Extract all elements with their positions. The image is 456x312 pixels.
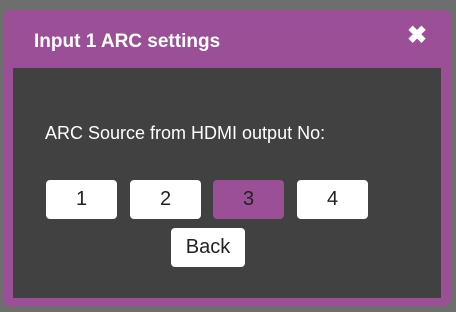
close-icon[interactable]: ✖	[405, 24, 429, 48]
dialog-title: Input 1 ARC settings	[34, 31, 221, 52]
arc-settings-dialog: Input 1 ARC settings ✖ ARC Source from H…	[3, 10, 451, 306]
hdmi-output-2-button[interactable]: 2	[130, 180, 201, 219]
dialog-body: ARC Source from HDMI output No: 1 2 3 4 …	[13, 68, 441, 298]
hdmi-output-4-button[interactable]: 4	[297, 180, 368, 219]
hdmi-output-3-button[interactable]: 3	[213, 180, 284, 219]
back-button[interactable]: Back	[171, 228, 245, 267]
arc-source-label: ARC Source from HDMI output No:	[45, 123, 326, 143]
hdmi-output-1-button[interactable]: 1	[46, 180, 117, 219]
dialog-titlebar: Input 1 ARC settings ✖	[3, 10, 451, 68]
